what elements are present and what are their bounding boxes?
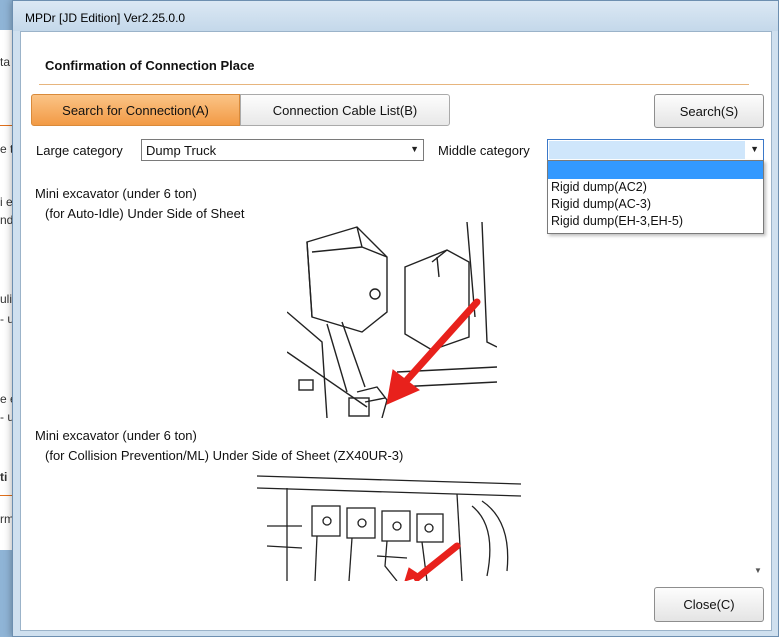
middle-category-label: Middle category: [438, 143, 530, 158]
background-text: ti: [0, 470, 8, 484]
window-title: MPDr [JD Edition] Ver2.25.0.0: [25, 11, 186, 25]
result-subtitle-1: (for Auto-Idle) Under Side of Sheet: [45, 206, 245, 221]
result-title-1: Mini excavator (under 6 ton): [35, 186, 197, 201]
dialog-content: Confirmation of Connection Place Search …: [20, 31, 772, 631]
section-divider: [39, 84, 749, 85]
tab-connection-cable-list[interactable]: Connection Cable List(B): [240, 94, 450, 126]
results-scrollbar[interactable]: ▼: [751, 180, 765, 578]
dropdown-option-selected[interactable]: [548, 161, 763, 179]
large-category-select[interactable]: Dump Truck ▼: [141, 139, 424, 161]
large-category-value: Dump Truck: [146, 143, 217, 158]
connection-diagram-2: [257, 466, 521, 581]
search-button[interactable]: Search(S): [654, 94, 764, 128]
large-category-label: Large category: [36, 143, 123, 158]
section-title: Confirmation of Connection Place: [45, 58, 255, 73]
chevron-down-icon: ▼: [750, 144, 759, 154]
middle-category-dropdown[interactable]: Rigid dump(AC2) Rigid dump(AC-3) Rigid d…: [547, 160, 764, 234]
title-bar[interactable]: MPDr [JD Edition] Ver2.25.0.0: [13, 1, 778, 31]
chevron-down-icon: ▼: [410, 144, 419, 154]
result-subtitle-2: (for Collision Prevention/ML) Under Side…: [45, 448, 404, 463]
dropdown-option-rigid-dump-eh[interactable]: Rigid dump(EH-3,EH-5): [548, 213, 763, 230]
middle-category-highlight: [549, 141, 745, 159]
dropdown-option-rigid-dump-ac2[interactable]: Rigid dump(AC2): [548, 179, 763, 196]
connection-place-dialog: MPDr [JD Edition] Ver2.25.0.0 Confirmati…: [12, 0, 779, 637]
tab-search-for-connection[interactable]: Search for Connection(A): [31, 94, 240, 126]
scroll-down-arrow-icon[interactable]: ▼: [751, 564, 765, 578]
dropdown-option-rigid-dump-ac-3[interactable]: Rigid dump(AC-3): [548, 196, 763, 213]
connection-diagram-1: [287, 222, 497, 418]
close-button[interactable]: Close(C): [654, 587, 764, 622]
result-title-2: Mini excavator (under 6 ton): [35, 428, 197, 443]
middle-category-select[interactable]: ▼: [547, 139, 764, 161]
